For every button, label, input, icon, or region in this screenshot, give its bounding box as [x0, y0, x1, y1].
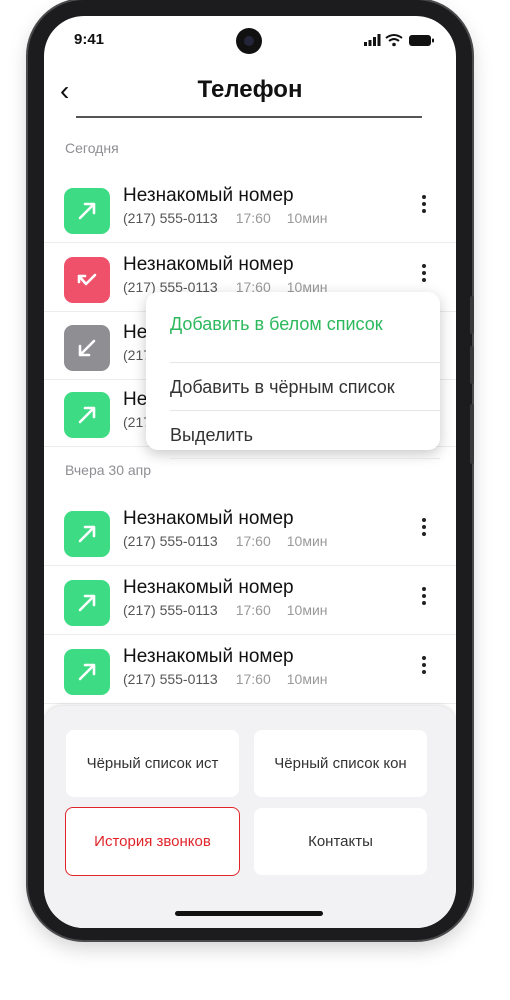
menu-item-whitelist[interactable]: Добавить в белом список: [170, 314, 383, 335]
power-button: [470, 404, 474, 464]
signal-wifi-battery-icon: [364, 34, 434, 47]
incoming-call-icon: [78, 339, 96, 357]
more-vertical-icon[interactable]: [418, 192, 430, 220]
menu-item-blacklist[interactable]: Добавить в чёрным список: [170, 362, 395, 398]
phone-number: (217) 555-0113: [123, 533, 218, 549]
more-vertical-icon[interactable]: [418, 584, 430, 612]
volume-button: [470, 296, 474, 334]
call-meta: (217) 555-0113 17:60 10мин: [123, 602, 328, 618]
nav-call-history[interactable]: История звонков: [65, 807, 240, 876]
phone-screen: 9:41 ‹ Телефон Сегодня Вчера 30 апр Незн…: [44, 16, 456, 928]
more-vertical-icon[interactable]: [418, 261, 430, 289]
outgoing-call-icon: [78, 406, 96, 424]
page-title: Телефон: [197, 76, 303, 103]
app-header: ‹ Телефон: [44, 68, 456, 118]
section-today: Сегодня: [65, 140, 119, 156]
call-type-badge: [64, 511, 110, 557]
nav-blacklist-contacts[interactable]: Чёрный список кон: [254, 730, 427, 797]
call-meta: (217) 555-0113 17:60 10мин: [123, 671, 328, 687]
call-meta: (217) 555-0113 17:60 10мин: [123, 210, 328, 226]
nav-contacts[interactable]: Контакты: [254, 808, 427, 875]
section-yesterday: Вчера 30 апр: [65, 462, 152, 478]
call-type-badge: [64, 649, 110, 695]
call-duration: 10мин: [286, 533, 328, 549]
call-time: 17:60: [235, 602, 271, 618]
home-indicator: [175, 911, 323, 916]
context-menu: Добавить в белом список Добавить в чёрны…: [146, 292, 440, 459]
caller-name: Незнакомый номер: [123, 508, 294, 529]
outgoing-call-icon: [78, 525, 96, 543]
status-icons: [364, 33, 438, 47]
call-type-badge: [64, 188, 110, 234]
caller-name: Незнакомый номер: [123, 646, 294, 667]
call-time: 17:60: [235, 210, 271, 226]
phone-number: (217) 555-0113: [123, 602, 218, 618]
phone-number: (217) 555-0113: [123, 210, 218, 226]
call-type-badge: [64, 392, 110, 438]
bottom-navigation: Чёрный список ист Чёрный список кон Исто…: [44, 706, 456, 928]
menu-divider: [170, 458, 440, 459]
missed-call-icon: [77, 273, 97, 286]
call-time: 17:60: [235, 533, 271, 549]
call-meta: (217) 555-0113 17:60 10мин: [123, 533, 328, 549]
outgoing-call-icon: [78, 663, 96, 681]
volume-button: [470, 346, 474, 384]
nav-blacklist-incoming[interactable]: Чёрный список ист: [66, 730, 239, 797]
header-divider: [76, 116, 422, 118]
caller-name: Незнакомый номер: [123, 185, 294, 206]
front-camera: [236, 28, 262, 54]
caller-name: Незнакомый номер: [123, 577, 294, 598]
outgoing-call-icon: [78, 594, 96, 612]
caller-name: Незнакомый номер: [123, 254, 294, 275]
call-row[interactable]: Незнакомый номер (217) 555-0113 17:60 10мин: [44, 566, 456, 635]
call-duration: 10мин: [286, 602, 328, 618]
call-type-badge: [64, 580, 110, 626]
menu-item-select[interactable]: Выделить: [170, 410, 253, 446]
call-type-badge: [64, 325, 110, 371]
call-row[interactable]: Незнакомый номер (217) 555-0113 17:60 10мин: [44, 497, 456, 566]
status-bar: 9:41: [44, 16, 456, 64]
phone-number: (217) 555-0113: [123, 671, 218, 687]
call-duration: 10мин: [286, 210, 328, 226]
outgoing-call-icon: [78, 202, 96, 220]
call-row[interactable]: Незнакомый номер (217) 555-0113 17:60 10мин: [44, 635, 456, 704]
call-row[interactable]: Незнакомый номер (217) 555-0113 17:60 10мин: [44, 174, 456, 243]
status-time: 9:41: [74, 31, 105, 48]
call-type-badge: [64, 257, 110, 303]
more-vertical-icon[interactable]: [418, 653, 430, 681]
call-time: 17:60: [235, 671, 271, 687]
call-duration: 10мин: [286, 671, 328, 687]
more-vertical-icon[interactable]: [418, 515, 430, 543]
